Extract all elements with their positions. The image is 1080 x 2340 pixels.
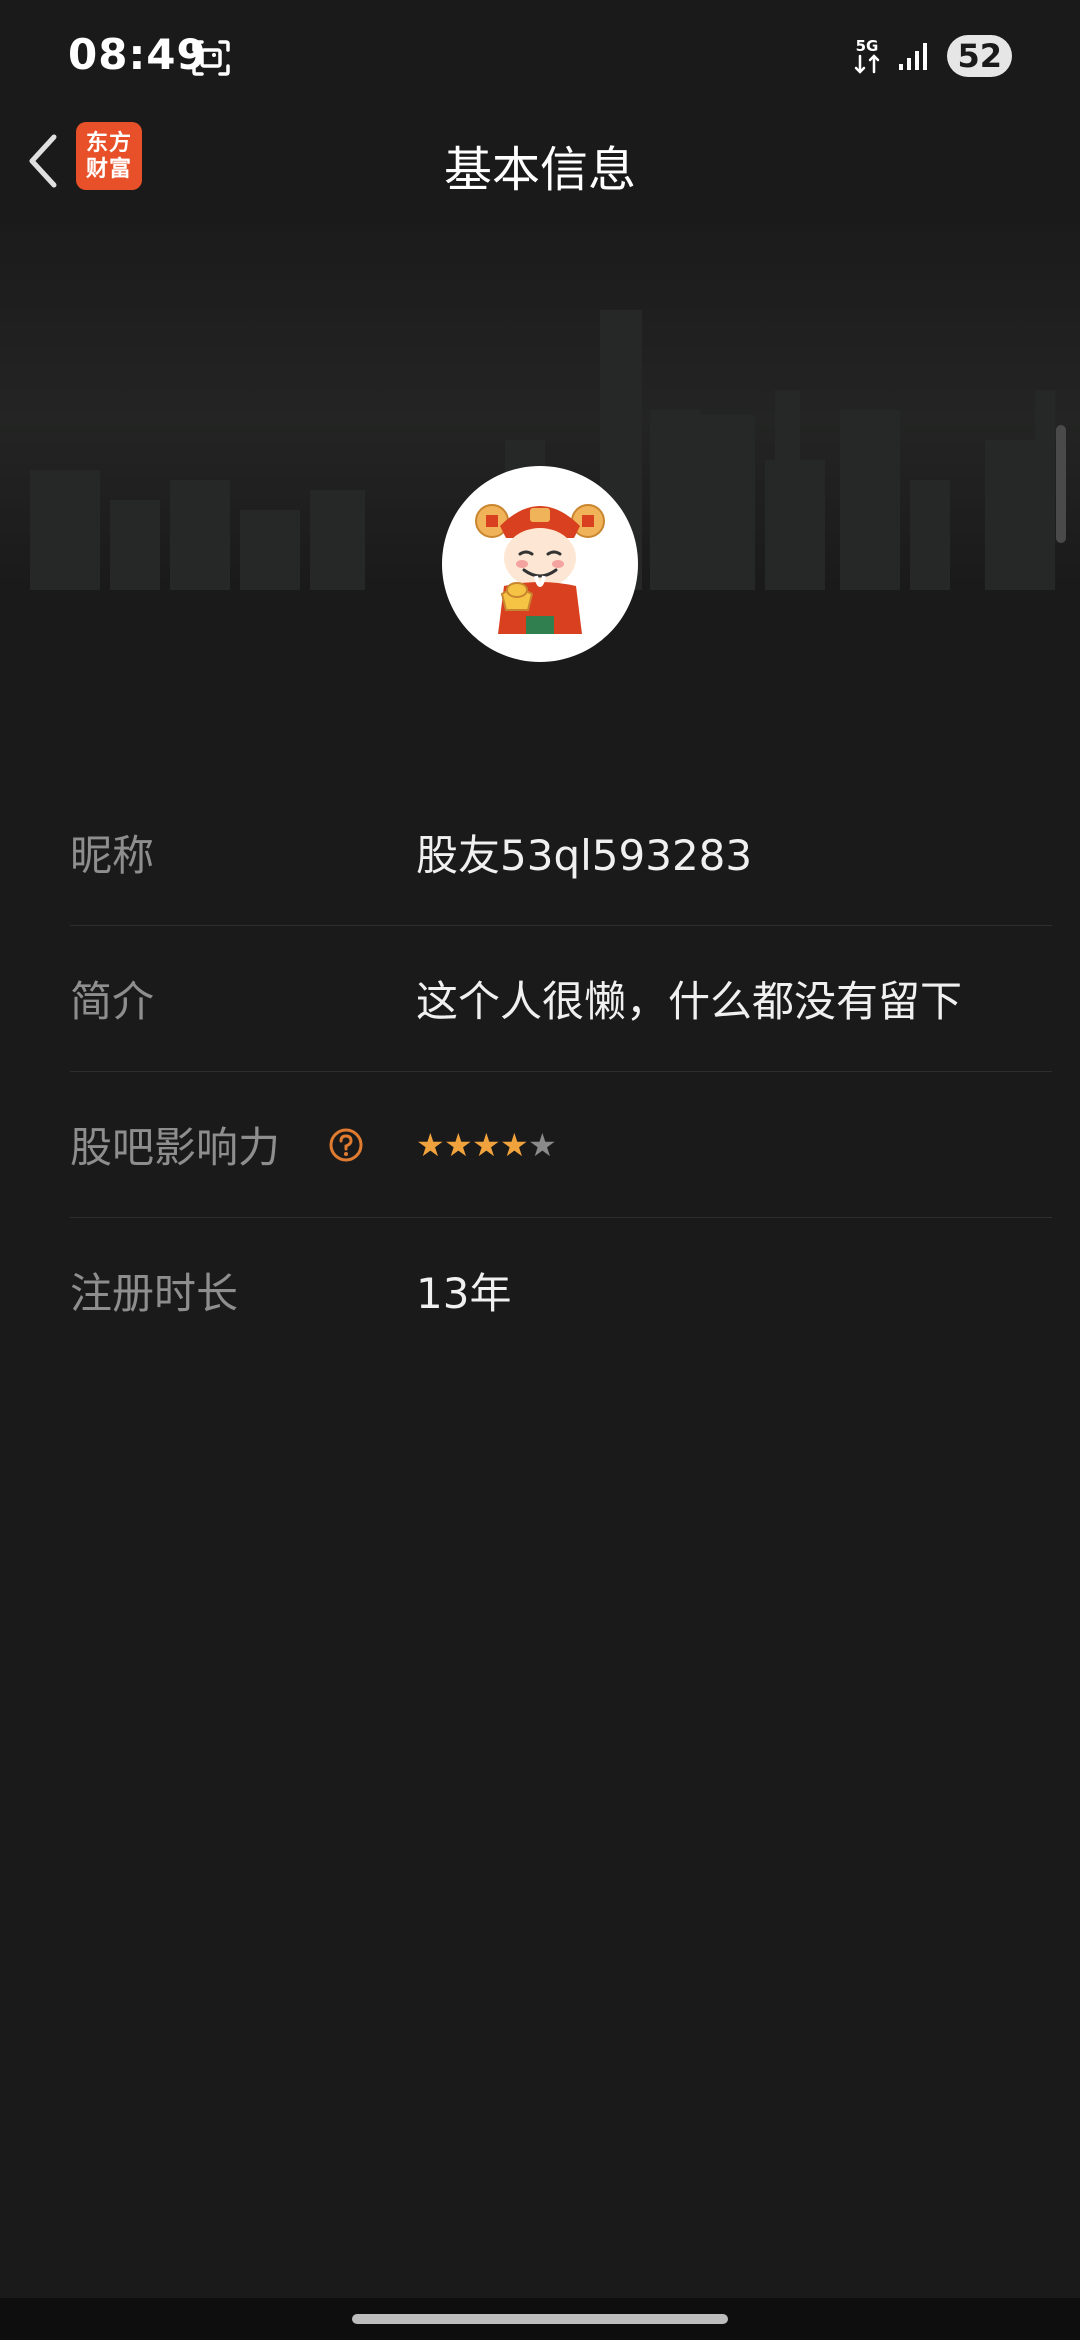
star-filled-icon: ★ bbox=[500, 1125, 529, 1164]
screenshot-icon bbox=[192, 40, 230, 76]
info-row-nickname: 昵称 股友53ql593283 bbox=[70, 780, 1052, 926]
bio-label: 简介 bbox=[70, 977, 155, 1026]
info-row-bio: 简介 这个人很懒，什么都没有留下 bbox=[70, 926, 1052, 1072]
signal-bars-icon bbox=[899, 43, 928, 70]
network-label: 5G bbox=[856, 37, 879, 55]
fortune-god-avatar-icon bbox=[475, 504, 605, 634]
status-bar: 08:49 5G 52 bbox=[0, 0, 1080, 110]
header: 东方 财富 基本信息 bbox=[0, 110, 1080, 210]
star-filled-icon: ★ bbox=[472, 1125, 501, 1164]
registration-value: 13年 bbox=[416, 1269, 512, 1318]
star-filled-icon: ★ bbox=[416, 1125, 445, 1164]
bio-value: 这个人很懒，什么都没有留下 bbox=[416, 977, 963, 1026]
scroll-indicator[interactable] bbox=[1056, 425, 1066, 543]
star-filled-icon: ★ bbox=[444, 1125, 473, 1164]
battery-indicator: 52 bbox=[947, 35, 1012, 77]
page-title: 基本信息 bbox=[443, 142, 636, 198]
info-row-influence: 股吧影响力 ★ ★ ★ ★ ★ bbox=[70, 1072, 1052, 1218]
network-5g-icon: 5G bbox=[855, 37, 880, 74]
nickname-value: 股友53ql593283 bbox=[416, 831, 753, 880]
star-empty-icon: ★ bbox=[528, 1125, 557, 1164]
question-mark-icon[interactable] bbox=[328, 1127, 364, 1163]
avatar[interactable] bbox=[442, 466, 638, 662]
status-icons: 5G 52 bbox=[851, 34, 1012, 78]
info-list: 昵称 股友53ql593283 简介 这个人很懒，什么都没有留下 股吧影响力 ★… bbox=[70, 780, 1052, 1363]
influence-label: 股吧影响力 bbox=[70, 1123, 281, 1172]
home-indicator[interactable] bbox=[352, 2314, 728, 2324]
info-row-registration: 注册时长 13年 bbox=[70, 1218, 1052, 1363]
nickname-label: 昵称 bbox=[70, 831, 155, 880]
influence-rating: ★ ★ ★ ★ ★ bbox=[416, 1125, 557, 1164]
registration-label: 注册时长 bbox=[70, 1269, 239, 1318]
status-time: 08:49 bbox=[68, 30, 207, 79]
